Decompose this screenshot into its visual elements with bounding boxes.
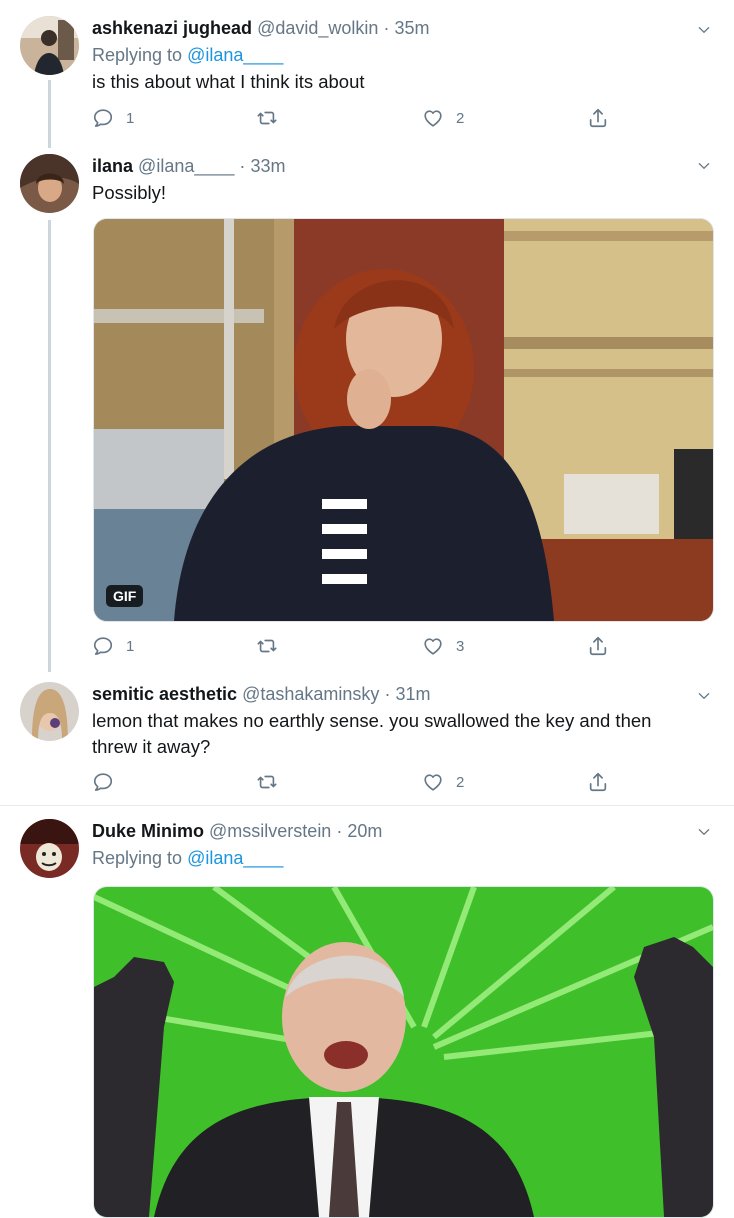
reply-button[interactable] [92,769,126,795]
action-bar: 1 3 [92,633,632,659]
like-button[interactable]: 2 [422,769,464,795]
share-button[interactable] [587,105,609,131]
heart-icon [422,635,444,657]
replying-to: Replying to @ilana____ [92,846,283,870]
share-button[interactable] [587,633,609,659]
like-count: 3 [456,637,465,655]
gif-badge: GIF [106,585,144,607]
author-handle[interactable]: @david_wolkin [257,18,378,38]
avatar[interactable] [20,682,79,741]
share-icon [587,771,609,793]
tweet-header: Duke Minimo @mssilverstein · 20m [92,819,382,843]
author-name[interactable]: ashkenazi jughead [92,18,252,38]
like-button[interactable]: 3 [422,633,464,659]
action-bar: 1 2 [92,105,632,131]
replying-to-label: Replying to [92,848,183,868]
timestamp[interactable]: 35m [394,18,429,38]
separator: · [239,156,246,176]
timestamp[interactable]: 20m [347,821,382,841]
tweet-text: is this about what I think its about [92,71,365,92]
reply-button[interactable]: 1 [92,633,134,659]
timestamp[interactable]: 31m [395,684,430,704]
chevron-down-icon[interactable] [696,158,712,174]
tweet-header: ashkenazi jughead @david_wolkin · 35m [92,16,429,40]
separator: · [336,821,343,841]
retweet-icon [256,771,278,793]
heart-icon [422,771,444,793]
heart-icon [422,107,444,129]
tweet-text: Possibly! [92,182,167,203]
share-button[interactable] [587,769,609,795]
replying-to: Replying to @ilana____ [92,43,283,67]
tweet[interactable]: semitic aesthetic @tashakaminsky · 31m l… [0,672,734,804]
retweet-icon [256,107,278,129]
gif-image [94,887,713,1217]
author-handle[interactable]: @tashakaminsky [242,684,379,704]
action-bar: 2 [92,769,632,795]
tweet[interactable]: ashkenazi jughead @david_wolkin · 35m Re… [0,0,734,148]
avatar[interactable] [20,16,79,75]
reply-icon [92,771,114,793]
retweet-button[interactable] [256,769,290,795]
share-icon [587,107,609,129]
chevron-down-icon[interactable] [696,688,712,704]
mention-link[interactable]: @ilana____ [187,848,283,868]
author-handle[interactable]: @ilana____ [138,156,234,176]
author-name[interactable]: ilana [92,156,133,176]
retweet-button[interactable] [256,633,290,659]
separator: · [384,684,391,704]
gif-image [94,219,713,621]
thread-line [48,220,51,672]
author-name[interactable]: semitic aesthetic [92,684,237,704]
tweet[interactable]: Duke Minimo @mssilverstein · 20m Replyin… [0,806,734,1218]
gif-media[interactable]: GIF [93,218,714,622]
tweet[interactable]: ilana @ilana____ · 33m Possibly! GIF 1 3 [0,148,734,672]
separator: · [383,18,390,38]
tweet-header: semitic aesthetic @tashakaminsky · 31m [92,682,430,706]
author-handle[interactable]: @mssilverstein [209,821,331,841]
share-icon [587,635,609,657]
reply-button[interactable]: 1 [92,105,134,131]
author-name[interactable]: Duke Minimo [92,821,204,841]
mention-link[interactable]: @ilana____ [187,45,283,65]
gif-media[interactable] [93,886,714,1218]
chevron-down-icon[interactable] [696,824,712,840]
tweet-header: ilana @ilana____ · 33m [92,154,285,178]
tweet-text: lemon that makes no earthly sense. you s… [92,710,652,757]
chevron-down-icon[interactable] [696,22,712,38]
thread-line [48,80,51,148]
retweet-button[interactable] [256,105,290,131]
reply-icon [92,107,114,129]
like-count: 2 [456,773,465,791]
like-button[interactable]: 2 [422,105,464,131]
like-count: 2 [456,109,465,127]
avatar[interactable] [20,154,79,213]
retweet-icon [256,635,278,657]
replying-to-label: Replying to [92,45,183,65]
timestamp[interactable]: 33m [250,156,285,176]
reply-count: 1 [126,637,135,655]
avatar[interactable] [20,819,79,878]
reply-count: 1 [126,109,135,127]
reply-icon [92,635,114,657]
